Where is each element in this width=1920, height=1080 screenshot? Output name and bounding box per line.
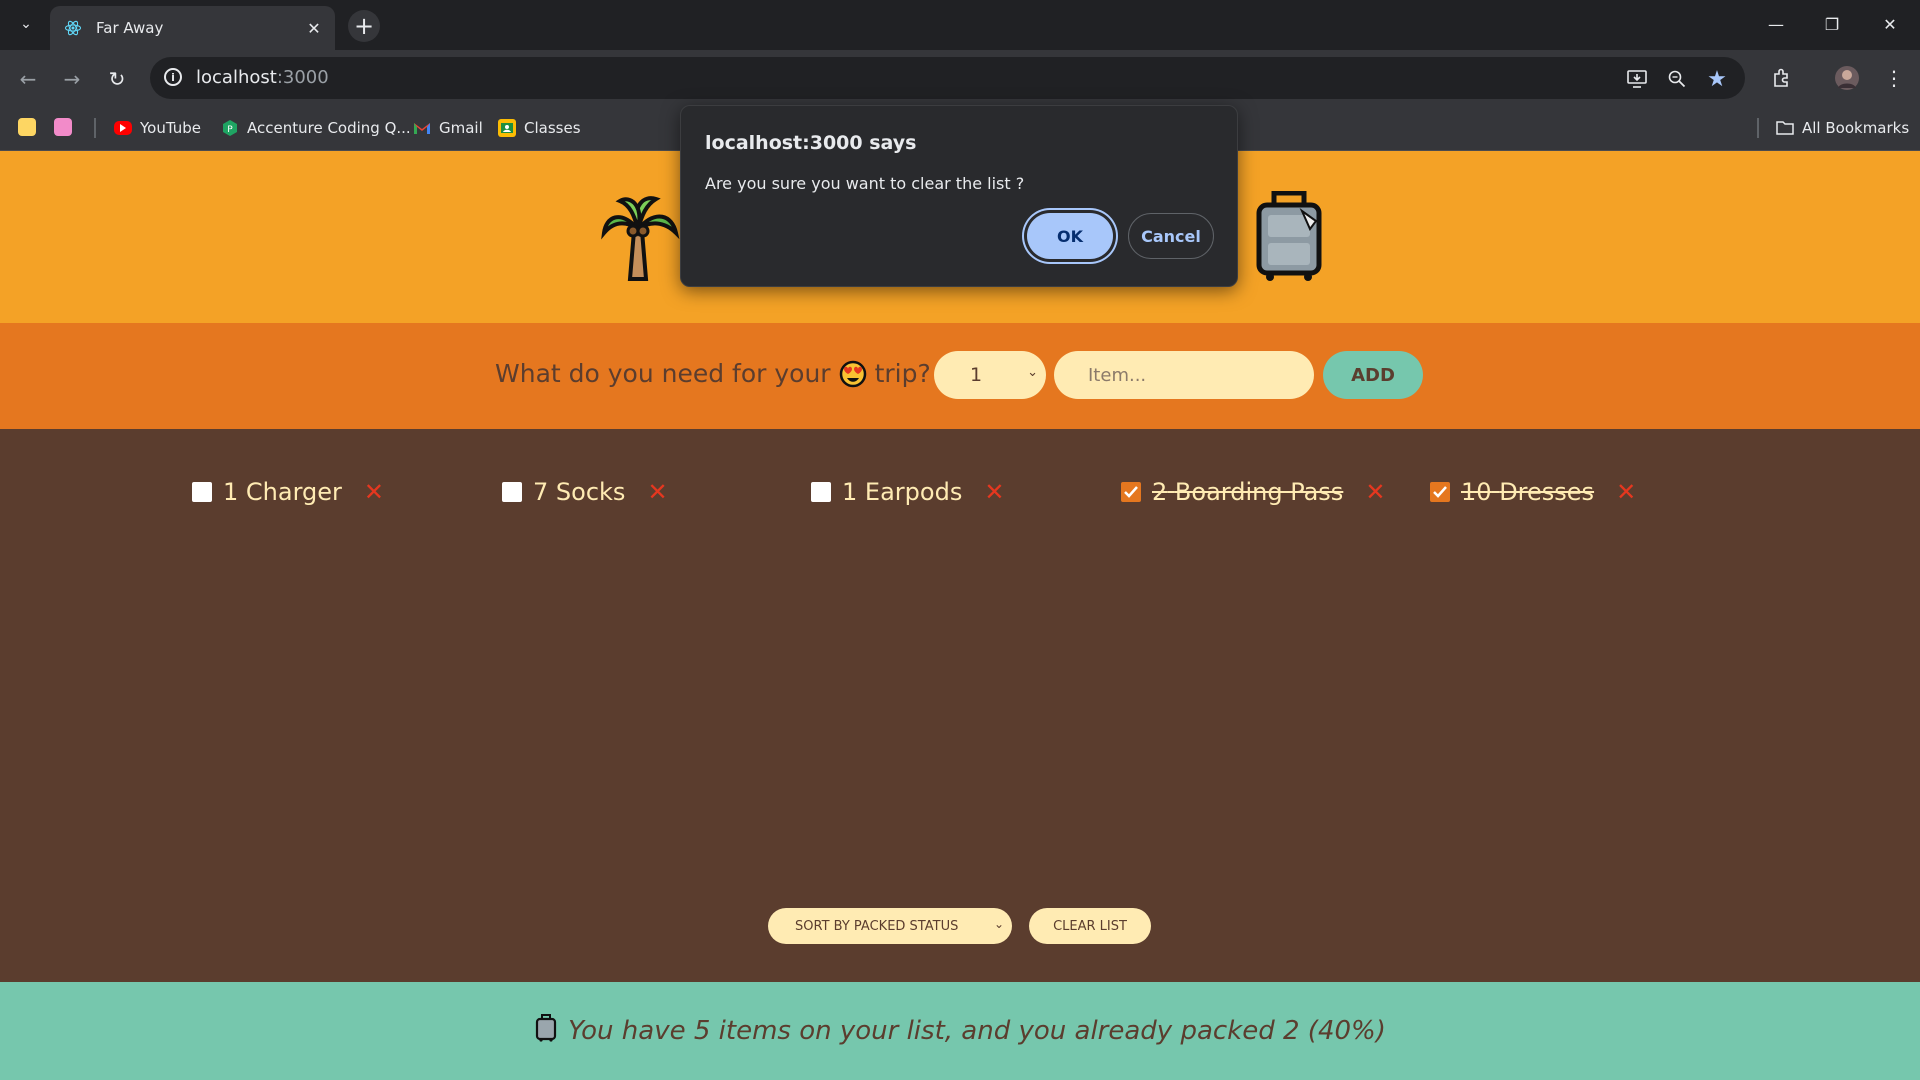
clear-list-button[interactable]: CLEAR LIST [1029,908,1151,944]
install-app-icon[interactable] [1624,66,1650,92]
item-label: 2 Boarding Pass [1152,478,1344,506]
svg-text:P: P [227,125,233,135]
add-item-form: What do you need for your trip? 1 ⌄ Item… [0,323,1920,429]
browser-toolbar: ← → ↻ i localhost:3000 ★ ⋮ [0,50,1920,106]
suitcase-icon [1254,190,1324,287]
packed-checkbox[interactable] [1121,482,1141,502]
reload-icon: ↻ [108,67,126,91]
back-button[interactable]: ← [13,64,43,94]
list-item: 2 Boarding Pass ✕ [1121,474,1385,510]
packing-list: 1 Charger ✕ 7 Socks ✕ 1 Earpods ✕ 2 Boar… [0,429,1920,982]
tab-search-button[interactable]: ⌄ [12,10,40,38]
delete-icon[interactable]: ✕ [647,478,667,506]
bookmark-folder-yellow-icon[interactable] [18,118,36,136]
delete-icon[interactable]: ✕ [364,478,384,506]
checkmark-icon [1433,486,1447,498]
new-tab-button[interactable]: + [348,10,380,42]
bookmark-separator [1757,118,1759,138]
bookmark-separator [94,118,96,138]
bookmark-folder-pink-icon[interactable] [54,118,72,136]
quantity-select[interactable]: 1 ⌄ [934,351,1046,399]
site-info-icon[interactable]: i [164,68,182,86]
plus-icon: + [353,12,375,40]
stats-text: You have 5 items on your list, and you a… [568,1016,1386,1046]
classes-icon [498,119,516,137]
form-question: What do you need for your trip? [495,359,931,388]
gmail-icon [413,119,431,137]
forward-arrow-icon: → [63,67,81,91]
chevron-down-icon: ⌄ [20,16,32,32]
list-item: 10 Dresses ✕ [1430,474,1636,510]
dialog-title: localhost:3000 says [705,132,917,154]
palm-tree-icon [600,191,680,287]
restore-icon: ❐ [1824,14,1840,34]
youtube-icon [114,121,132,135]
close-window-button[interactable]: ✕ [1870,10,1910,38]
restore-button[interactable]: ❐ [1812,10,1852,38]
packed-checkbox[interactable] [1430,482,1450,502]
tab-bar: ⌄ Far Away ✕ + — ❐ ✕ [0,0,1920,50]
chevron-down-icon: ⌄ [993,917,1004,931]
back-arrow-icon: ← [19,67,37,91]
forward-button[interactable]: → [57,64,87,94]
delete-icon[interactable]: ✕ [984,478,1004,506]
address-bar[interactable]: i localhost:3000 ★ [150,57,1745,99]
list-item: 1 Charger ✕ [192,474,384,510]
item-label: 1 Earpods [842,478,963,506]
suitcase-icon [534,1013,558,1049]
add-button[interactable]: ADD [1323,351,1423,399]
item-label: 10 Dresses [1461,478,1595,506]
minimize-icon: — [1768,14,1784,34]
url-text: localhost:3000 [196,67,329,88]
extensions-icon[interactable] [1767,63,1797,93]
packed-checkbox[interactable] [192,482,212,502]
bookmark-youtube[interactable]: YouTube [114,116,201,140]
close-icon: ✕ [1883,14,1897,34]
list-item: 1 Earpods ✕ [811,474,1004,510]
accenture-icon: P [221,119,239,137]
dialog-message: Are you sure you want to clear the list … [705,174,1025,193]
folder-icon [1776,119,1794,137]
close-tab-icon[interactable]: ✕ [301,19,327,38]
bookmark-gmail[interactable]: Gmail [413,116,483,140]
bookmark-accenture[interactable]: P Accenture Coding Q... [221,116,411,140]
browser-tab[interactable]: Far Away ✕ [50,6,335,50]
chevron-down-icon: ⌄ [1027,365,1038,380]
minimize-button[interactable]: — [1756,10,1796,38]
item-label: 7 Socks [533,478,626,506]
profile-avatar[interactable] [1832,63,1862,93]
more-menu-icon[interactable]: ⋮ [1879,63,1909,93]
checkmark-icon [1124,486,1138,498]
packed-checkbox[interactable] [811,482,831,502]
item-input[interactable]: Item... [1054,351,1314,399]
delete-icon[interactable]: ✕ [1365,478,1385,506]
packed-checkbox[interactable] [502,482,522,502]
item-label: 1 Charger [223,478,342,506]
list-item: 7 Socks ✕ [502,474,668,510]
zoom-icon[interactable] [1664,66,1690,92]
bookmark-star-icon[interactable]: ★ [1704,66,1730,92]
cancel-button[interactable]: Cancel [1128,213,1214,259]
heart-eyes-emoji-icon [839,360,867,388]
confirm-dialog: localhost:3000 says Are you sure you wan… [680,105,1238,287]
delete-icon[interactable]: ✕ [1616,478,1636,506]
ok-button[interactable]: OK [1027,213,1113,259]
bookmark-classes[interactable]: Classes [498,116,581,140]
all-bookmarks[interactable]: All Bookmarks [1776,116,1909,140]
reload-button[interactable]: ↻ [102,64,132,94]
sort-select[interactable]: SORT BY PACKED STATUS ⌄ [768,908,1012,944]
react-icon [62,17,84,39]
stats-footer: You have 5 items on your list, and you a… [0,982,1920,1080]
tab-title: Far Away [96,19,164,37]
